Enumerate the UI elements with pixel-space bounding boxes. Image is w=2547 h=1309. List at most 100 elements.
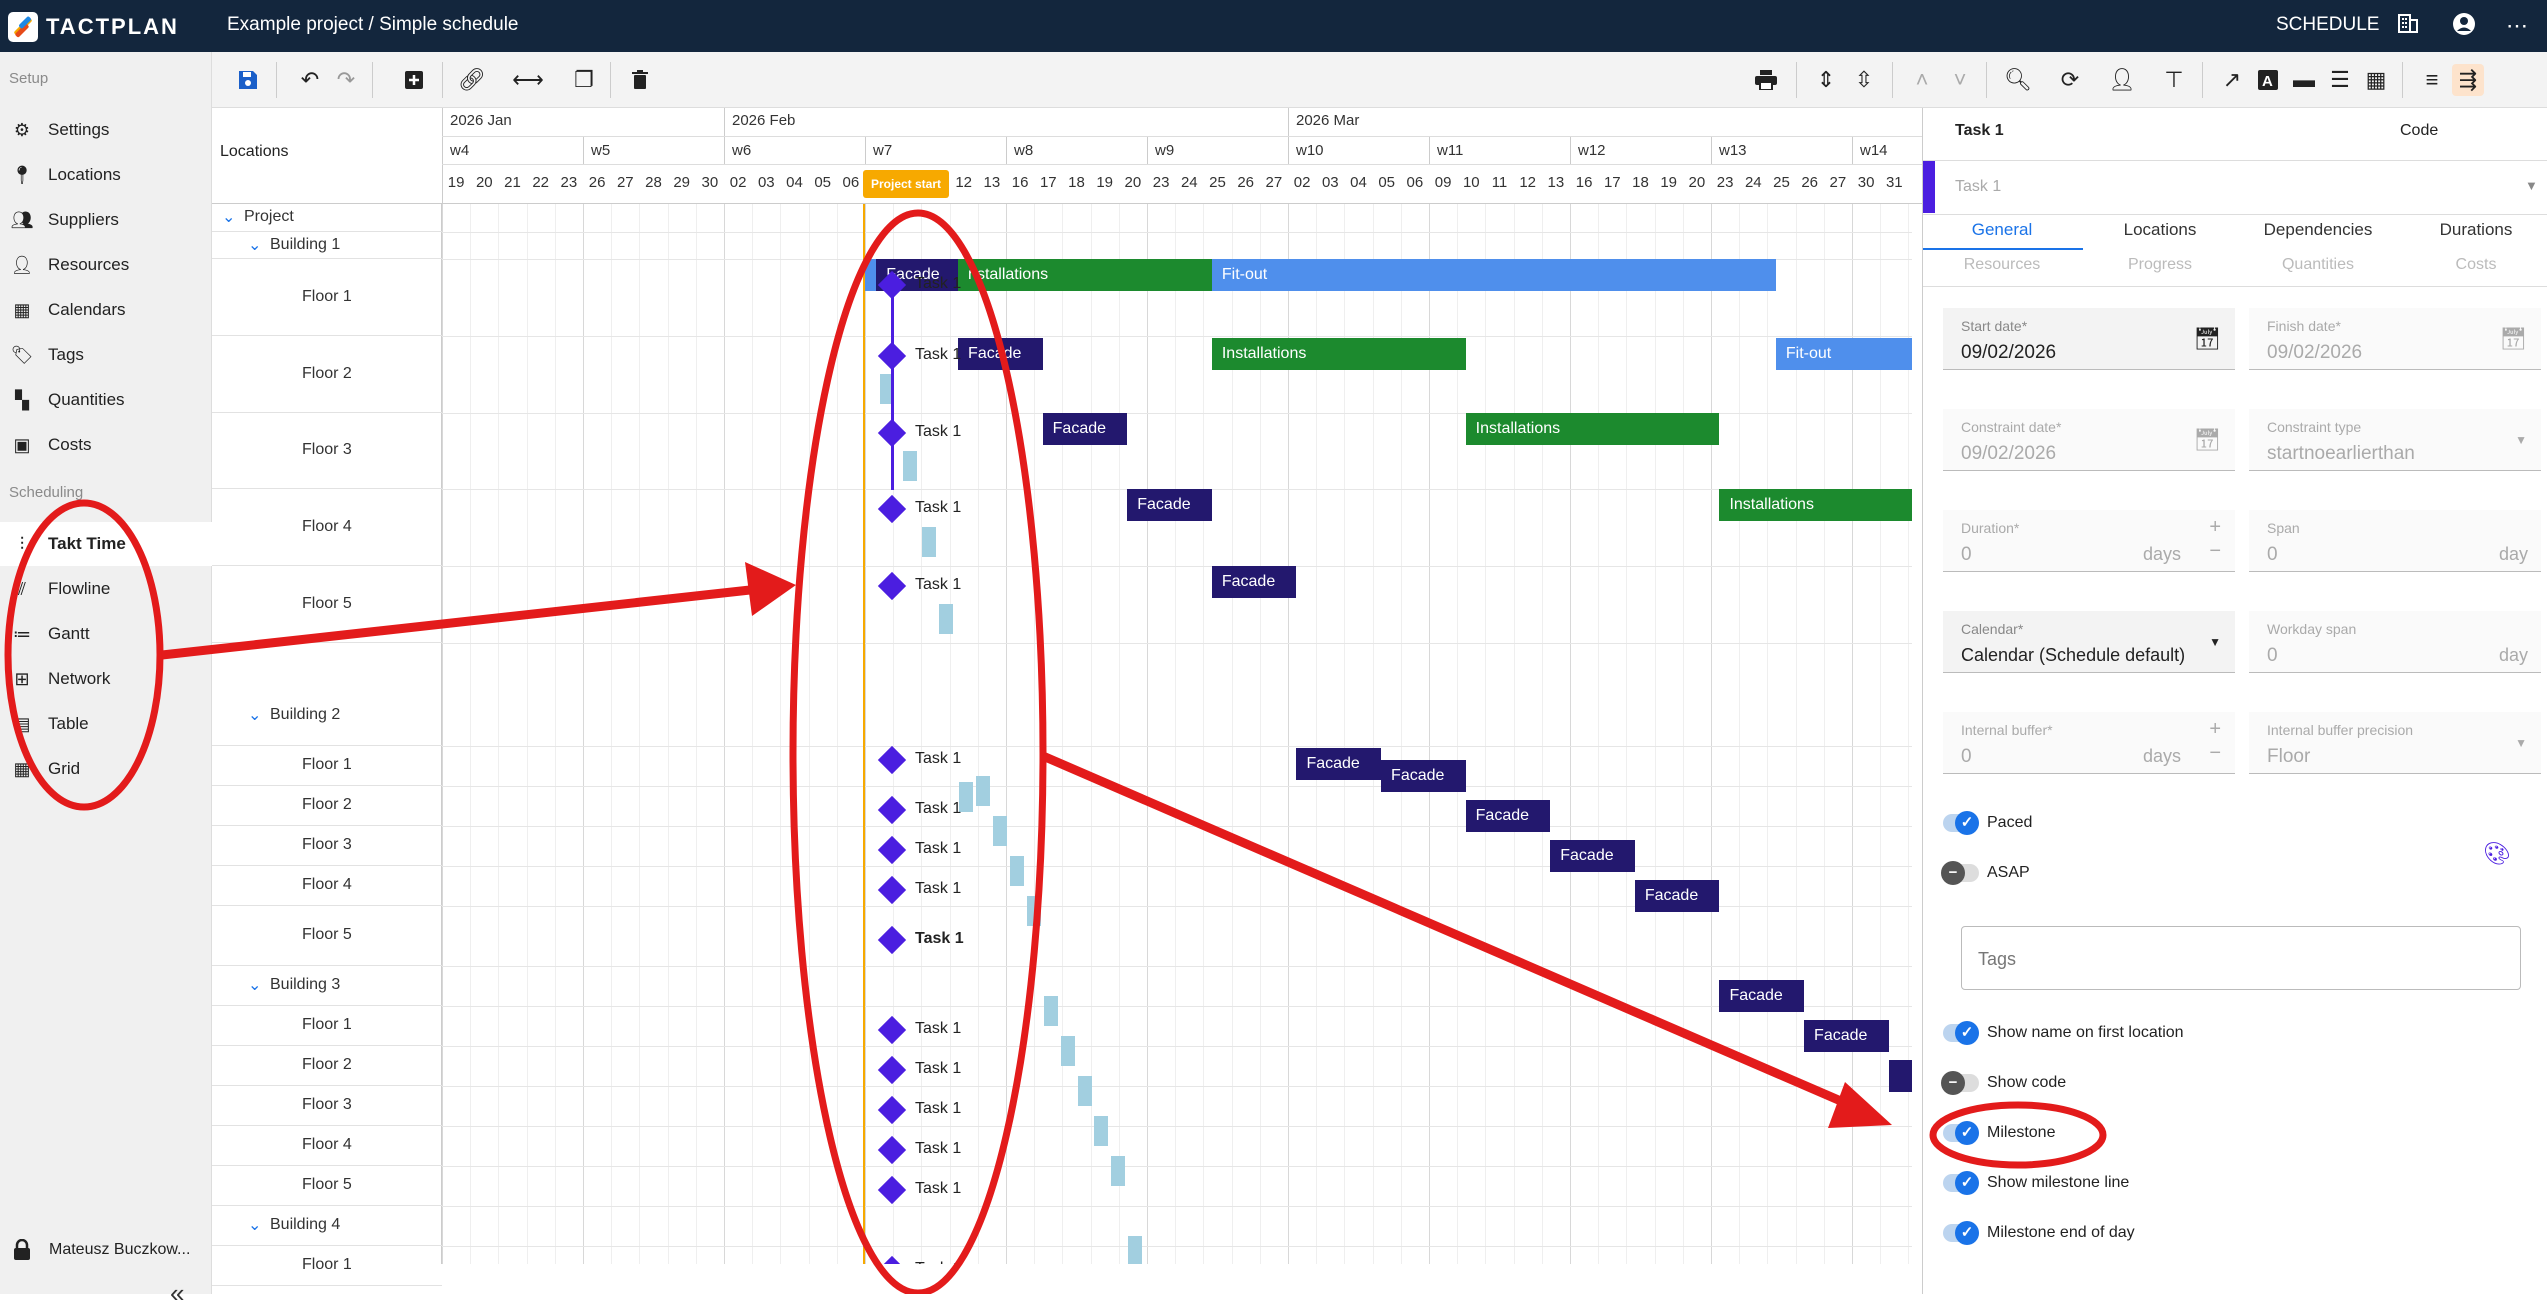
milestone-diamond[interactable] (877, 875, 907, 905)
trend-icon[interactable]: ↗ (2216, 64, 2248, 96)
location-row[interactable]: Floor 3 (212, 826, 442, 866)
progress-marker[interactable] (902, 451, 917, 481)
sync-icon[interactable]: ⟳ (2054, 64, 2086, 96)
internal-buffer-field[interactable]: Internal buffer* 0 days + − (1943, 712, 2235, 774)
fitout-bar[interactable]: Fit-out (1211, 259, 1776, 291)
facade-bar[interactable]: Facade (1381, 760, 1466, 792)
paced-toggle[interactable]: ✓ Paced (1943, 811, 2032, 835)
facade-bar[interactable]: Facade (1465, 800, 1551, 832)
sidebar-item-tags[interactable]: 🏷︎ Tags (0, 333, 212, 377)
location-row[interactable]: Floor 3 (212, 413, 442, 489)
progress-marker[interactable] (1077, 1076, 1092, 1106)
increment-icon[interactable]: + (2209, 718, 2221, 741)
zoom-icon[interactable]: 🔍︎ (2002, 64, 2034, 96)
location-row[interactable]: ⌄ Building 1 (212, 232, 442, 259)
palette-icon[interactable]: 🎨︎ (2483, 841, 2511, 867)
tab-progress[interactable]: Progress (2081, 256, 2239, 274)
tab-costs[interactable]: Costs (2397, 256, 2547, 274)
milestone-diamond[interactable] (877, 1135, 907, 1165)
redo-icon[interactable]: ↷ (330, 64, 362, 96)
sidebar-item-grid[interactable]: ▦ Grid (0, 747, 212, 791)
facade-bar[interactable]: Facade (1042, 413, 1128, 445)
rows-icon[interactable]: ▬ (2288, 64, 2320, 96)
task-name-field[interactable]: Task 1 (1955, 178, 2001, 196)
location-row[interactable]: Floor 1 (212, 746, 442, 786)
sidebar-item-costs[interactable]: ▣ Costs (0, 423, 212, 467)
delete-icon[interactable] (624, 64, 656, 96)
save-icon[interactable] (232, 64, 264, 96)
milestone-diamond[interactable] (877, 745, 907, 775)
user-item[interactable]: Mateusz Buczkow... (0, 1228, 212, 1272)
task-color-swatch[interactable] (1923, 161, 1935, 213)
sidebar-item-suppliers[interactable]: 👥︎ Suppliers (0, 198, 212, 242)
building-icon[interactable] (2394, 12, 2422, 40)
facade-bar[interactable]: Facade (1634, 880, 1720, 912)
installations-bar[interactable]: Installations (1211, 338, 1466, 370)
hierarchy-icon[interactable]: ⊤ (2158, 64, 2190, 96)
milestone-diamond[interactable] (877, 1255, 907, 1264)
progress-marker[interactable] (922, 527, 937, 557)
sidebar-item-calendars[interactable]: ▦ Calendars (0, 288, 212, 332)
expand-chevron-icon[interactable]: ⌄ (248, 235, 261, 255)
location-row[interactable]: ⌄ Project (212, 204, 442, 232)
sidebar-item-resources[interactable]: 👤︎ Resources (0, 243, 212, 287)
installations-bar[interactable]: nstallations (958, 259, 1212, 291)
facade-bar[interactable]: Facade (1211, 566, 1297, 598)
tab-dependencies[interactable]: Dependencies (2239, 220, 2397, 240)
milestone-diamond[interactable] (877, 925, 907, 955)
location-row[interactable]: Floor 1 (212, 259, 442, 336)
constraint-date-field[interactable]: Constraint date* 09/02/2026 📅︎ (1943, 409, 2235, 471)
tab-durations[interactable]: Durations (2397, 220, 2547, 240)
milestone-diamond[interactable] (877, 1055, 907, 1085)
location-row[interactable]: ⌄ Building 3 (212, 966, 442, 1006)
progress-marker[interactable] (1043, 996, 1058, 1026)
tags-input[interactable]: Tags (1961, 926, 2521, 990)
finish-date-field[interactable]: Finish date* 09/02/2026 📅︎ (2249, 308, 2541, 370)
location-row[interactable]: Floor 3 (212, 1086, 442, 1126)
asap-toggle[interactable]: − ASAP (1941, 861, 2030, 885)
milestone-diamond[interactable] (877, 1175, 907, 1205)
sidebar-item-network[interactable]: ⊞ Network (0, 657, 212, 701)
span-field[interactable]: Span 0 day (2249, 510, 2541, 572)
project-start-marker[interactable]: Project start (863, 170, 949, 198)
dropdown-icon[interactable]: ▼ (2209, 635, 2221, 649)
calendar-picker-icon[interactable]: 📅︎ (2193, 427, 2221, 453)
location-row[interactable]: Floor 5 (212, 906, 442, 966)
sidebar-item-table[interactable]: ▤ Table (0, 702, 212, 746)
list-icon[interactable]: ☰ (2324, 64, 2356, 96)
add-task-icon[interactable] (398, 64, 430, 96)
workday-span-field[interactable]: Workday span 0 day (2249, 611, 2541, 673)
fitout-bar[interactable]: Fit-out (1775, 338, 1912, 370)
copy-icon[interactable]: ❐ (568, 64, 600, 96)
person-icon[interactable]: 👤︎ (2106, 64, 2138, 96)
location-row[interactable]: Floor 2 (212, 786, 442, 826)
facade-bar[interactable]: Facade (958, 338, 1043, 370)
more-icon[interactable]: ⋯ (2503, 12, 2531, 40)
location-row[interactable]: Floor 5 (212, 566, 442, 643)
facade-bar[interactable] (1888, 1060, 1912, 1092)
tab-general[interactable]: General (1923, 220, 2081, 240)
sidebar-item-locations[interactable]: 📍︎ Locations (0, 153, 212, 197)
task-select-chevron-icon[interactable]: ▼ (2525, 178, 2538, 193)
increment-icon[interactable]: + (2209, 516, 2221, 539)
facade-bar[interactable]: Facade (1296, 748, 1382, 780)
sidebar-item-settings[interactable]: ⚙ Settings (0, 108, 212, 152)
expand-chevron-icon[interactable]: ⌄ (248, 705, 261, 725)
progress-marker[interactable] (939, 604, 954, 634)
facade-bar[interactable]: Facade (1127, 489, 1212, 521)
sidebar-item-takt-time[interactable]: ⫶ Takt Time (0, 522, 212, 566)
dropdown-icon[interactable]: ▼ (2515, 433, 2527, 447)
milestone-diamond[interactable] (877, 571, 907, 601)
progress-marker[interactable] (1128, 1236, 1143, 1264)
link-icon[interactable]: 🔗︎ (456, 64, 488, 96)
expand-chevron-icon[interactable]: ⌄ (248, 1215, 261, 1235)
progress-marker[interactable] (1094, 1116, 1109, 1146)
milestone-diamond[interactable] (877, 1095, 907, 1125)
location-row[interactable]: ⌄ Building 2 (212, 686, 442, 746)
calendar-field[interactable]: Calendar* Calendar (Schedule default) ▼ (1943, 611, 2235, 673)
schedule-mode-label[interactable]: SCHEDULE (2276, 14, 2379, 36)
location-row[interactable]: ⌄ Building 4 (212, 1206, 442, 1246)
milestone-end-of-day-toggle[interactable]: ✓ Milestone end of day (1943, 1221, 2135, 1245)
milestone-diamond[interactable] (877, 341, 907, 371)
calendar-picker-icon[interactable]: 📅︎ (2193, 326, 2221, 352)
